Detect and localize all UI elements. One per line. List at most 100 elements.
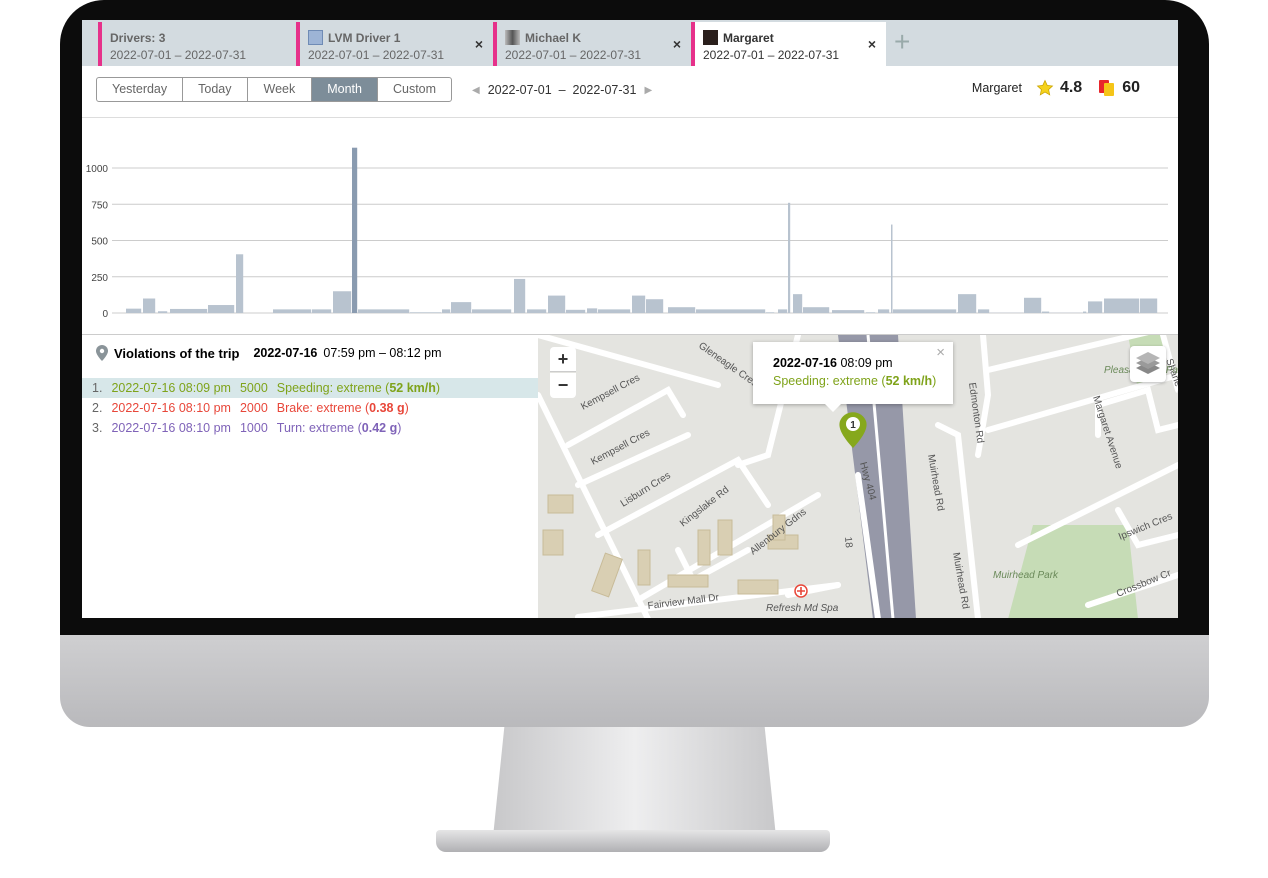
- tab-bar: Drivers: 3 2022-07-01 – 2022-07-31 LVM D…: [82, 20, 1178, 66]
- violation-time: 2022-07-16 08:09 pm: [111, 381, 231, 395]
- chart-bar[interactable]: [587, 308, 598, 313]
- chart-bar[interactable]: [878, 309, 890, 313]
- monitor-foot: [436, 830, 830, 852]
- next-range-button[interactable]: ▶: [644, 85, 652, 96]
- chart-bar[interactable]: [891, 224, 893, 313]
- close-tab-icon[interactable]: ×: [673, 36, 681, 52]
- chart-bar[interactable]: [632, 295, 646, 313]
- chart-bar[interactable]: [793, 294, 803, 313]
- chart-bar[interactable]: [352, 147, 358, 313]
- date-range: ◀ 2022-07-01 – 2022-07-31 ▶: [472, 83, 652, 97]
- chart-bar[interactable]: [696, 309, 766, 313]
- period-yesterday[interactable]: Yesterday: [97, 78, 184, 101]
- chart-bar[interactable]: [978, 309, 990, 313]
- chart-bar[interactable]: [158, 311, 168, 313]
- y-tick-label: 1000: [86, 164, 109, 175]
- period-today[interactable]: Today: [183, 78, 248, 101]
- chart-bar[interactable]: [410, 312, 442, 313]
- chart-bar[interactable]: [208, 305, 235, 313]
- zoom-out-button[interactable]: −: [550, 373, 576, 398]
- violation-text: Brake: extreme (: [276, 401, 370, 415]
- chart-bar[interactable]: [866, 312, 876, 313]
- chart-bar[interactable]: [442, 309, 451, 313]
- period-month[interactable]: Month: [312, 78, 378, 101]
- chart-bar[interactable]: [1104, 298, 1140, 314]
- chart-bar[interactable]: [236, 254, 244, 313]
- driver-rating: 4.8: [1059, 79, 1083, 96]
- violation-row[interactable]: 2. 2022-07-16 08:10 pm 2000 Brake: extreme …: [82, 398, 538, 418]
- chart-bar[interactable]: [598, 309, 631, 313]
- chart-bar[interactable]: [333, 291, 352, 313]
- driver-name: Margaret: [971, 81, 1022, 95]
- chart-bar[interactable]: [358, 309, 410, 313]
- chart-bar[interactable]: [566, 309, 586, 313]
- violations-count: 60: [1122, 79, 1140, 96]
- tab-margaret[interactable]: Margaret 2022-07-01 – 2022-07-31 ×: [691, 22, 886, 66]
- chart-bar[interactable]: [766, 312, 775, 313]
- trip-date: 2022-07-16: [253, 346, 318, 360]
- violation-text: Speeding: extreme (: [276, 381, 390, 395]
- location-pin-icon: [96, 345, 108, 361]
- map-label: Refresh Md Spa: [766, 603, 839, 614]
- chart-bar[interactable]: [273, 309, 312, 313]
- map[interactable]: Gleneagle Cres Kempsell Cres Kempsell Cr…: [538, 335, 1178, 618]
- chart-bar[interactable]: [451, 302, 472, 313]
- chart-bar[interactable]: [1083, 311, 1087, 313]
- violation-row[interactable]: 1. 2022-07-16 08:09 pm 5000 Speeding: extre…: [82, 378, 538, 398]
- violation-value: 0.38 g: [369, 401, 405, 415]
- chart-bar[interactable]: [1042, 311, 1050, 313]
- chart-bar[interactable]: [958, 294, 977, 313]
- y-tick-label: 500: [91, 237, 108, 248]
- chart-bar[interactable]: [143, 298, 156, 314]
- violation-number: 1.: [92, 381, 103, 395]
- chart-bar[interactable]: [472, 309, 512, 313]
- chart-bar[interactable]: [126, 308, 142, 313]
- chart-bar[interactable]: [893, 309, 957, 313]
- add-tab-button[interactable]: +: [894, 28, 910, 56]
- chart-bar[interactable]: [1088, 301, 1103, 313]
- close-tab-icon[interactable]: ×: [868, 36, 876, 52]
- chart-bar[interactable]: [170, 308, 208, 313]
- period-week[interactable]: Week: [248, 78, 313, 101]
- chart-bar[interactable]: [832, 310, 865, 313]
- violation-row[interactable]: 3. 2022-07-16 08:10 pm 1000 Turn: extreme (…: [82, 418, 538, 438]
- chart-bar[interactable]: [1024, 297, 1042, 313]
- chart-bar[interactable]: [668, 307, 696, 313]
- popup-close-icon[interactable]: ×: [936, 344, 945, 361]
- driver-summary: Margaret 4.8 60: [972, 79, 1140, 97]
- violation-paren: ): [435, 381, 441, 395]
- zoom-in-button[interactable]: +: [550, 347, 576, 372]
- chart-bar[interactable]: [778, 309, 788, 313]
- map-label: 18: [842, 536, 854, 548]
- prev-range-button[interactable]: ◀: [472, 85, 480, 96]
- app-screen: Drivers: 3 2022-07-01 – 2022-07-31 LVM D…: [82, 20, 1178, 618]
- trip-time: 07:59 pm – 08:12 pm: [323, 346, 442, 360]
- violations-chart: 0 250 500 750 1000: [86, 147, 1168, 320]
- violation-text: Turn: extreme (: [276, 421, 362, 435]
- chart-bar[interactable]: [514, 278, 526, 313]
- chart-bar[interactable]: [527, 309, 547, 313]
- chart-bar[interactable]: [548, 295, 566, 313]
- violation-paren: ): [404, 401, 409, 415]
- chart-bar[interactable]: [646, 299, 664, 313]
- tab-michael-k[interactable]: Michael K 2022-07-01 – 2022-07-31 ×: [493, 22, 691, 66]
- violation-time: 2022-07-16 08:10 pm: [111, 421, 231, 435]
- chart-bar[interactable]: [1140, 298, 1158, 314]
- close-tab-icon[interactable]: ×: [475, 36, 483, 52]
- violation-value: 0.42 g: [361, 421, 398, 435]
- popup-time: 08:09 pm: [840, 356, 893, 370]
- period-custom[interactable]: Custom: [378, 78, 451, 101]
- tab-lvm-driver-1[interactable]: LVM Driver 1 2022-07-01 – 2022-07-31 ×: [296, 22, 493, 66]
- layers-button[interactable]: [1130, 346, 1166, 382]
- chart-bar[interactable]: [803, 307, 830, 313]
- popup-value: 52 km/h: [885, 374, 933, 388]
- tab-drivers[interactable]: Drivers: 3 2022-07-01 – 2022-07-31: [98, 22, 298, 66]
- tab-title: Michael K: [525, 30, 582, 45]
- violation-points: 2000: [239, 401, 268, 415]
- chart-bar[interactable]: [312, 309, 332, 313]
- chart-bar[interactable]: [788, 202, 791, 313]
- avatar-icon: [308, 30, 323, 45]
- y-tick-label: 750: [91, 200, 108, 211]
- violation-points: 1000: [239, 421, 268, 435]
- y-tick-label: 0: [102, 309, 108, 320]
